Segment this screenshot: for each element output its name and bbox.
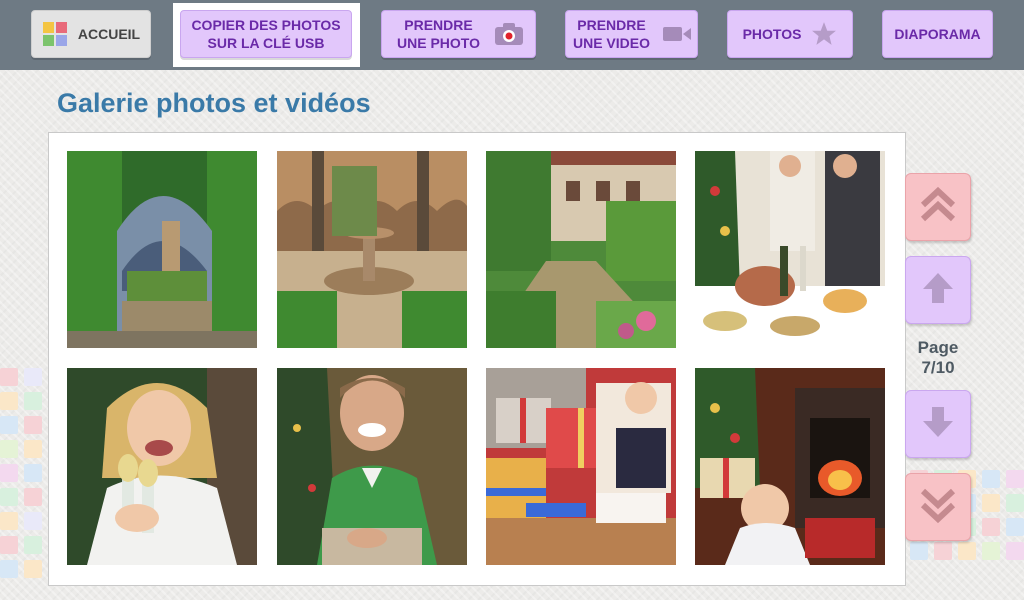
photo-gallery bbox=[48, 132, 906, 586]
take-photo-label: PRENDRE UNE PHOTO bbox=[397, 17, 480, 51]
photos-button[interactable]: PHOTOS bbox=[727, 10, 853, 58]
copy-to-usb-label: COPIER DES PHOTOS SUR LA CLÉ USB bbox=[191, 17, 341, 51]
slideshow-label: DIAPORAMA bbox=[894, 26, 981, 42]
photos-label: PHOTOS bbox=[742, 26, 802, 42]
thumbnail-garden-building[interactable] bbox=[486, 151, 676, 348]
page-title: Galerie photos et vidéos bbox=[57, 88, 371, 118]
thumbnail-christmas-dinner[interactable] bbox=[695, 151, 885, 348]
arrow-down-icon bbox=[919, 403, 957, 446]
star-icon bbox=[811, 21, 837, 47]
last-page-button[interactable] bbox=[905, 473, 971, 541]
next-page-button[interactable] bbox=[905, 390, 971, 458]
double-chevron-down-icon bbox=[919, 485, 957, 530]
arrow-up-icon bbox=[919, 269, 957, 312]
home-button[interactable]: ACCUEIL bbox=[31, 10, 151, 58]
tiles-icon bbox=[42, 21, 68, 47]
copy-to-usb-button[interactable]: COPIER DES PHOTOS SUR LA CLÉ USB bbox=[180, 10, 352, 58]
double-chevron-up-icon bbox=[919, 185, 957, 230]
decorative-mosaic-left bbox=[0, 368, 42, 578]
page-label: Page bbox=[917, 338, 959, 357]
thumbnail-hedge-arch[interactable] bbox=[67, 151, 257, 348]
page-value: 7/10 bbox=[921, 358, 955, 377]
take-photo-button[interactable]: PRENDRE UNE PHOTO bbox=[381, 10, 536, 58]
take-video-button[interactable]: PRENDRE UNE VIDEO bbox=[565, 10, 698, 58]
thumbnail-child-gifts[interactable] bbox=[486, 368, 676, 565]
previous-page-button[interactable] bbox=[905, 256, 971, 324]
thumbnail-woman-champagne[interactable] bbox=[67, 368, 257, 565]
slideshow-button[interactable]: DIAPORAMA bbox=[882, 10, 993, 58]
page-indicator: Page 7/10 bbox=[905, 338, 971, 378]
thumbnail-courtyard-fountain[interactable] bbox=[277, 151, 467, 348]
home-label: ACCUEIL bbox=[77, 26, 141, 42]
thumbnail-baby-fireplace[interactable] bbox=[695, 368, 885, 565]
camera-icon bbox=[494, 22, 524, 46]
top-toolbar: ACCUEIL COPIER DES PHOTOS SUR LA CLÉ USB… bbox=[0, 0, 1024, 70]
take-video-label: PRENDRE UNE VIDEO bbox=[572, 17, 650, 51]
video-camera-icon bbox=[662, 25, 692, 43]
first-page-button[interactable] bbox=[905, 173, 971, 241]
thumbnail-man-smiling[interactable] bbox=[277, 368, 467, 565]
